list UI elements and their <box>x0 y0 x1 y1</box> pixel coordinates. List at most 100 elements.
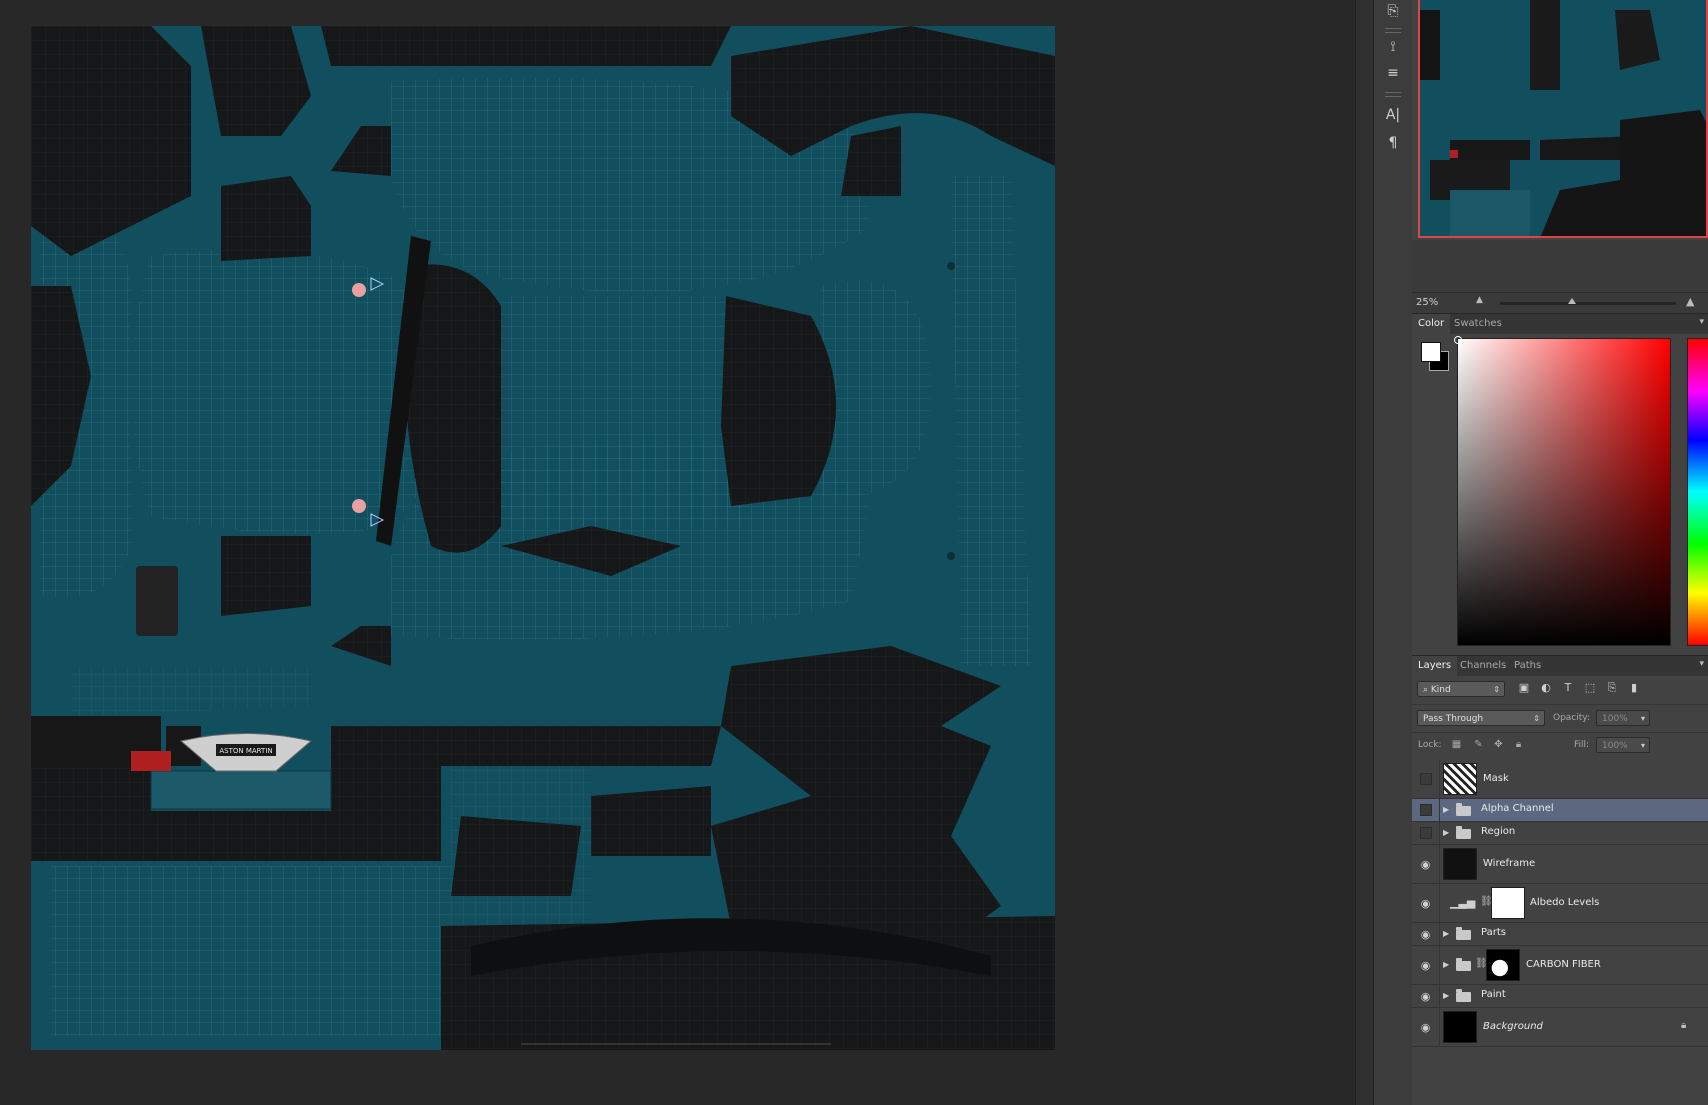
lock-label: Lock: <box>1418 740 1442 750</box>
character-panel-icon[interactable]: A| <box>1382 104 1404 126</box>
layer-row-parts[interactable]: ◉ ▶ Parts <box>1412 923 1708 946</box>
expand-arrow-icon[interactable]: ▶ <box>1443 991 1449 1000</box>
navigator-thumbnail-art <box>1420 0 1706 236</box>
layer-name[interactable]: Alpha Channel <box>1481 803 1554 814</box>
document-canvas[interactable]: ASTON MARTIN <box>31 26 1055 1050</box>
expand-arrow-icon[interactable]: ▶ <box>1443 929 1449 938</box>
foreground-color-swatch[interactable] <box>1421 342 1441 362</box>
lock-row: Lock: ▦ ✎ ✥ 🔒︎ Fill: 100% ▾ <box>1412 732 1708 761</box>
zoom-value[interactable]: 25% <box>1416 297 1438 308</box>
visibility-toggle[interactable] <box>1412 760 1440 798</box>
visibility-toggle[interactable]: ◉ <box>1412 884 1440 922</box>
layer-name[interactable]: Paint <box>1481 989 1506 1000</box>
paragraph-icon[interactable]: ¶ <box>1382 132 1404 154</box>
visibility-toggle[interactable]: ◉ <box>1412 845 1440 883</box>
blend-mode-value: Pass Through <box>1423 714 1484 724</box>
layer-name[interactable]: Parts <box>1481 927 1506 938</box>
tab-layers[interactable]: Layers <box>1412 656 1458 676</box>
filter-shape-icon[interactable]: ⬚ <box>1583 681 1597 695</box>
filter-kind-select[interactable]: ⌕ Kind ⇕ <box>1417 681 1505 697</box>
visibility-off-box <box>1419 804 1432 816</box>
layer-row-paint[interactable]: ◉ ▶ Paint <box>1412 985 1708 1008</box>
tab-channels[interactable]: Channels <box>1454 656 1512 676</box>
lock-all-icon[interactable]: 🔒︎ <box>1512 738 1525 751</box>
opacity-label: Opacity: <box>1553 713 1590 723</box>
tab-paths[interactable]: Paths <box>1508 656 1547 676</box>
tab-swatches[interactable]: Swatches <box>1448 314 1508 334</box>
visibility-toggle[interactable]: ◉ <box>1412 985 1440 1007</box>
opacity-input[interactable]: 100% ▾ <box>1596 710 1650 726</box>
navigator-preview[interactable] <box>1418 0 1708 238</box>
lock-pixels-icon[interactable]: ✎ <box>1472 738 1485 751</box>
canvas-area[interactable]: ASTON MARTIN <box>0 0 1355 1105</box>
lock-position-icon[interactable]: ✥ <box>1492 738 1505 751</box>
lock-transparency-icon[interactable]: ▦ <box>1450 738 1463 751</box>
panel-dock-tools: ⎘ ⟟ ≡ A| ¶ <box>1373 0 1413 1105</box>
visibility-toggle[interactable] <box>1412 799 1440 821</box>
layer-row-albedo-levels[interactable]: ◉ ▁▃▅ ⛓ Albedo Levels <box>1412 884 1708 923</box>
panel-menu-icon[interactable]: ▾ <box>1699 659 1704 669</box>
layer-row-carbon-fiber[interactable]: ◉ ▶ ⛓ CARBON FIBER <box>1412 946 1708 985</box>
brush-presets-icon[interactable]: ⟟ <box>1382 36 1404 58</box>
right-panel-dock: 25% ▲ ▲ Color Swatches ▾ Layers Channels… <box>1412 0 1708 1105</box>
filter-type-icon[interactable]: T <box>1561 681 1575 695</box>
color-panel-tabs: Color Swatches ▾ <box>1412 313 1708 335</box>
layer-row-wireframe[interactable]: ◉ Wireframe <box>1412 845 1708 884</box>
zoom-slider[interactable] <box>1500 298 1676 305</box>
zoom-out-icon[interactable]: ▲ <box>1476 295 1483 305</box>
zoom-slider-knob[interactable] <box>1568 298 1576 304</box>
layer-name[interactable]: Mask <box>1483 773 1509 784</box>
layers-panel: ⌕ Kind ⇕ ▣ ◐ T ⬚ ⎘ ▮ Pass Through ⇕ Opac… <box>1412 676 1708 1105</box>
layer-row-mask[interactable]: Mask <box>1412 760 1708 799</box>
opacity-value: 100% <box>1602 714 1628 724</box>
eye-icon: ◉ <box>1420 1020 1431 1034</box>
layer-name[interactable]: Region <box>1481 826 1515 837</box>
visibility-toggle[interactable]: ◉ <box>1412 1008 1440 1046</box>
layer-name[interactable]: CARBON FIBER <box>1526 959 1601 970</box>
layers-panel-tabs: Layers Channels Paths ▾ <box>1412 655 1708 677</box>
chevron-down-icon: ▾ <box>1640 741 1645 750</box>
lock-icon[interactable]: 🔒︎ <box>1681 1020 1686 1031</box>
visibility-toggle[interactable]: ◉ <box>1412 946 1440 984</box>
dock-grip[interactable] <box>1385 28 1401 33</box>
expand-arrow-icon[interactable]: ▶ <box>1443 828 1449 837</box>
canvas-scroll-edge[interactable] <box>1355 0 1374 1105</box>
panel-menu-icon[interactable]: ▾ <box>1699 317 1704 327</box>
visibility-toggle[interactable]: ◉ <box>1412 923 1440 945</box>
filter-smartobject-icon[interactable]: ⎘ <box>1605 681 1619 695</box>
folder-icon <box>1456 989 1471 1002</box>
layer-mask-thumbnail[interactable] <box>1491 887 1525 919</box>
layer-name[interactable]: Background <box>1483 1021 1543 1032</box>
filter-toggle-icon[interactable]: ▮ <box>1627 681 1641 695</box>
layer-name[interactable]: Wireframe <box>1483 858 1535 869</box>
dock-grip[interactable] <box>1385 92 1401 97</box>
layer-mask-thumbnail[interactable] <box>1486 949 1520 981</box>
eye-icon: ◉ <box>1420 989 1431 1003</box>
visibility-toggle[interactable] <box>1412 822 1440 844</box>
layer-thumbnail <box>1443 1011 1477 1043</box>
adjustments-sliders-icon[interactable]: ≡ <box>1382 62 1404 84</box>
filter-kind-value: Kind <box>1430 685 1451 695</box>
blend-mode-select[interactable]: Pass Through ⇕ <box>1417 710 1545 726</box>
history-brush-icon[interactable]: ⎘ <box>1382 0 1404 22</box>
svg-text:ASTON MARTIN: ASTON MARTIN <box>219 747 272 755</box>
hue-slider[interactable] <box>1687 338 1708 646</box>
expand-arrow-icon[interactable]: ▶ <box>1443 960 1449 969</box>
saturation-brightness-field[interactable] <box>1457 338 1671 646</box>
filter-adjustment-icon[interactable]: ◐ <box>1539 681 1553 695</box>
color-picker-ring[interactable] <box>1454 336 1462 344</box>
visibility-off-box <box>1419 773 1432 785</box>
fill-input[interactable]: 100% ▾ <box>1596 737 1650 753</box>
layer-thumbnail <box>1443 848 1477 880</box>
navigator-empty-area <box>1412 240 1708 292</box>
layer-row-region[interactable]: ▶ Region <box>1412 822 1708 845</box>
filter-pixel-icon[interactable]: ▣ <box>1517 681 1531 695</box>
expand-arrow-icon[interactable]: ▶ <box>1443 805 1449 814</box>
tab-color[interactable]: Color <box>1412 314 1451 334</box>
zoom-in-icon[interactable]: ▲ <box>1686 295 1694 308</box>
layer-row-alpha-channel[interactable]: ▶ Alpha Channel <box>1412 799 1708 822</box>
chevron-updown-icon: ⇕ <box>1493 685 1500 694</box>
layer-row-background[interactable]: ◉ Background 🔒︎ <box>1412 1008 1708 1047</box>
fill-value: 100% <box>1602 741 1628 751</box>
layer-name[interactable]: Albedo Levels <box>1530 897 1599 908</box>
